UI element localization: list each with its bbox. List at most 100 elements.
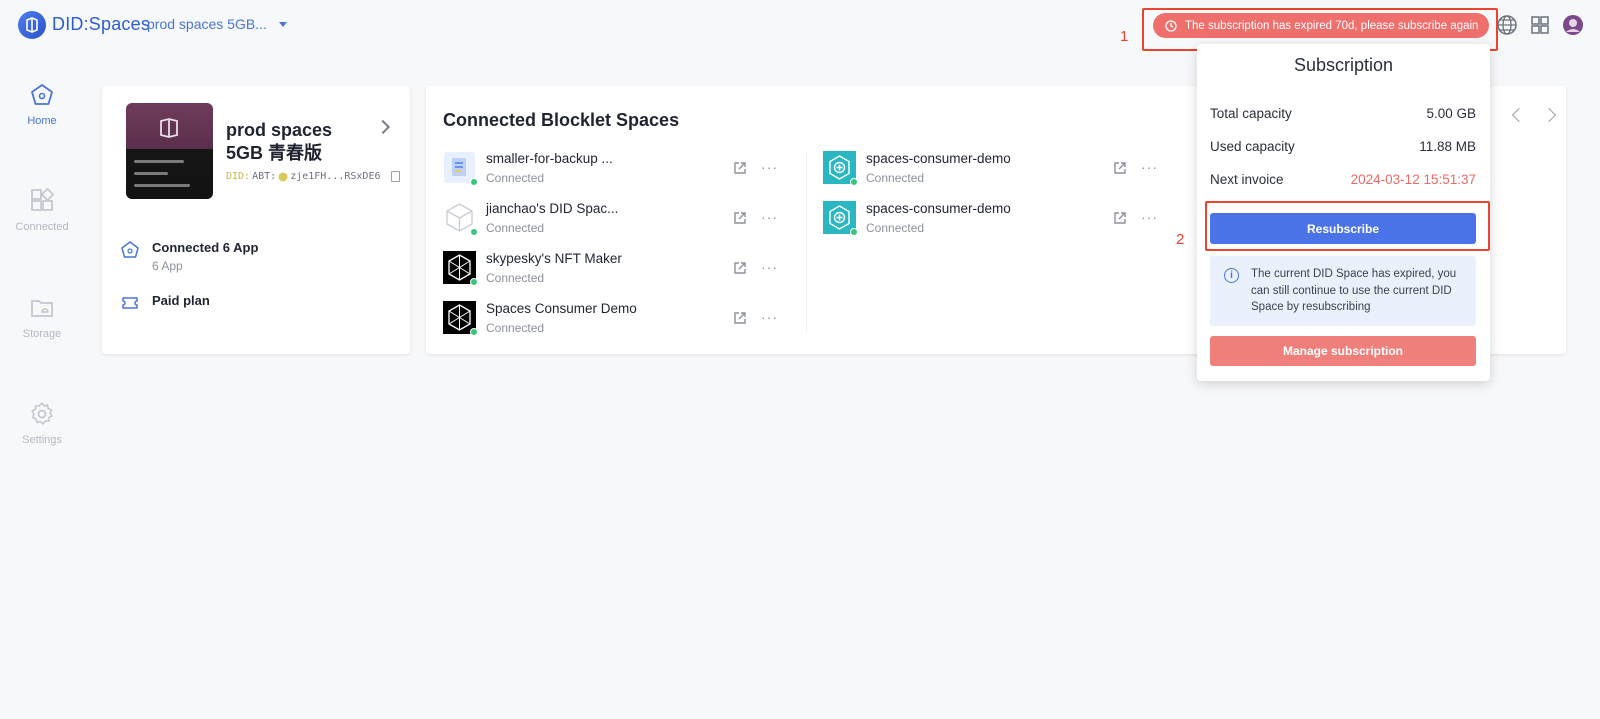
app-name: spaces-consumer-demo xyxy=(866,201,1011,216)
more-options-icon[interactable]: ··· xyxy=(761,159,778,175)
sidebar-item-connected[interactable]: Connected xyxy=(0,188,84,233)
medical-app-icon xyxy=(823,201,858,236)
doc-app-icon xyxy=(443,151,478,186)
more-options-icon[interactable]: ··· xyxy=(1141,159,1158,175)
status-dot xyxy=(850,178,858,186)
open-external-icon[interactable] xyxy=(1113,211,1127,225)
gear-icon xyxy=(31,402,53,425)
did-prefix: DID: xyxy=(226,171,251,182)
space-summary-card: prod spaces 5GB 青春版 DID: ABT: zje1FH...R… xyxy=(102,86,410,354)
connected-apps-count: 6 App xyxy=(152,259,183,273)
list-item[interactable]: jianchao's DID Spac... Connected ··· xyxy=(443,200,783,238)
did-spaces-logo-icon xyxy=(160,118,178,138)
status-dot xyxy=(470,328,478,336)
app-status: Connected xyxy=(866,221,925,235)
annotation-number-2: 2 xyxy=(1176,231,1185,248)
hex-app-icon xyxy=(443,251,478,286)
app-status: Connected xyxy=(486,171,545,185)
more-options-icon[interactable]: ··· xyxy=(761,209,778,225)
home-outline-icon xyxy=(121,241,139,258)
total-capacity-value: 5.00 GB xyxy=(1426,106,1476,121)
space-thumbnail[interactable] xyxy=(126,103,213,199)
space-did: DID: ABT: zje1FH...RSxDE6 xyxy=(226,171,400,182)
medical-app-icon xyxy=(823,151,858,186)
did-spaces-logo-icon[interactable] xyxy=(18,11,46,39)
annotation-number-1: 1 xyxy=(1120,28,1129,45)
app-name: Spaces Consumer Demo xyxy=(486,301,637,316)
sidebar-item-storage[interactable]: Storage xyxy=(0,295,84,340)
column-divider xyxy=(806,152,807,332)
open-external-icon[interactable] xyxy=(1113,161,1127,175)
notice-text: The current DID Space has expired, you c… xyxy=(1251,268,1457,313)
space-selector-label: prod spaces 5GB... xyxy=(147,16,267,32)
info-icon: i xyxy=(1224,268,1239,283)
app-status: Connected xyxy=(486,321,545,335)
list-item[interactable]: spaces-consumer-demo Connected ··· xyxy=(823,150,1163,188)
status-dot xyxy=(470,278,478,286)
next-invoice-label: Next invoice xyxy=(1210,172,1284,187)
app-name: skypesky's NFT Maker xyxy=(486,251,622,266)
box-app-icon xyxy=(443,201,478,236)
space-selector[interactable]: prod spaces 5GB... xyxy=(147,16,287,32)
connected-apps-title: Connected 6 App xyxy=(152,240,259,255)
next-invoice-value: 2024-03-12 15:51:37 xyxy=(1350,172,1476,187)
thumbnail-text-line xyxy=(134,160,184,163)
sidebar-item-home[interactable]: Home xyxy=(0,82,84,127)
copy-icon[interactable] xyxy=(390,171,400,182)
plan-info[interactable]: Paid plan xyxy=(120,293,210,313)
annotation-box-2 xyxy=(1205,201,1490,251)
popover-title: Subscription xyxy=(1293,55,1394,75)
expired-notice: i The current DID Space has expired, you… xyxy=(1210,256,1476,326)
app-name: jianchao's DID Spac... xyxy=(486,201,619,216)
section-title: Connected Blocklet Spaces xyxy=(443,110,680,130)
app-logo-text[interactable]: DID:Spaces xyxy=(52,14,150,35)
did-avatar-icon xyxy=(278,172,288,181)
avatar[interactable] xyxy=(1562,14,1584,36)
app-status: Connected xyxy=(486,221,545,235)
apps-icon xyxy=(31,188,55,211)
app-name: smaller-for-backup ... xyxy=(486,151,613,166)
home-icon xyxy=(31,84,53,105)
did-value: zje1FH...RSxDE6 xyxy=(290,171,381,182)
ticket-icon xyxy=(122,297,138,309)
more-options-icon[interactable]: ··· xyxy=(761,259,778,275)
chevron-down-icon xyxy=(278,21,287,27)
app-status: Connected xyxy=(486,271,545,285)
apps-grid-icon[interactable] xyxy=(1529,14,1551,36)
thumbnail-text-line xyxy=(134,184,190,187)
open-external-icon[interactable] xyxy=(733,161,747,175)
status-dot xyxy=(470,178,478,186)
thumbnail-text-line xyxy=(134,172,168,175)
next-invoice-row: Next invoice 2024-03-12 15:51:37 xyxy=(1210,172,1476,187)
list-item[interactable]: spaces-consumer-demo Connected ··· xyxy=(823,200,1163,238)
app-status: Connected xyxy=(866,171,925,185)
status-dot xyxy=(470,228,478,236)
sidebar-item-settings[interactable]: Settings xyxy=(0,401,84,446)
open-external-icon[interactable] xyxy=(733,261,747,275)
total-capacity-label: Total capacity xyxy=(1210,106,1292,121)
used-capacity-label: Used capacity xyxy=(1210,139,1295,154)
globe-icon[interactable] xyxy=(1496,14,1518,36)
sidebar-item-label: Storage xyxy=(22,328,62,340)
list-item[interactable]: skypesky's NFT Maker Connected ··· xyxy=(443,250,783,288)
sidebar-item-label: Home xyxy=(27,115,57,127)
connected-apps-info[interactable]: Connected 6 App 6 App xyxy=(120,240,258,273)
space-name: prod spaces 5GB 青春版 xyxy=(226,120,333,163)
manage-subscription-button[interactable]: Manage subscription xyxy=(1210,336,1476,366)
hex-app-icon xyxy=(443,301,478,336)
open-external-icon[interactable] xyxy=(733,311,747,325)
did-chain: ABT: xyxy=(252,171,277,182)
more-options-icon[interactable]: ··· xyxy=(1141,209,1158,225)
more-options-icon[interactable]: ··· xyxy=(761,309,778,325)
chevron-right-icon[interactable] xyxy=(375,119,391,135)
total-capacity-row: Total capacity 5.00 GB xyxy=(1210,106,1476,121)
list-item[interactable]: Spaces Consumer Demo Connected ··· xyxy=(443,300,783,338)
plan-label: Paid plan xyxy=(152,293,210,308)
folder-icon xyxy=(31,300,53,317)
list-item[interactable]: smaller-for-backup ... Connected ··· xyxy=(443,150,783,188)
sidebar-item-label: Settings xyxy=(22,434,62,446)
open-external-icon[interactable] xyxy=(733,211,747,225)
app-name: spaces-consumer-demo xyxy=(866,151,1011,166)
sidebar-item-label: Connected xyxy=(15,221,69,233)
status-dot xyxy=(850,228,858,236)
